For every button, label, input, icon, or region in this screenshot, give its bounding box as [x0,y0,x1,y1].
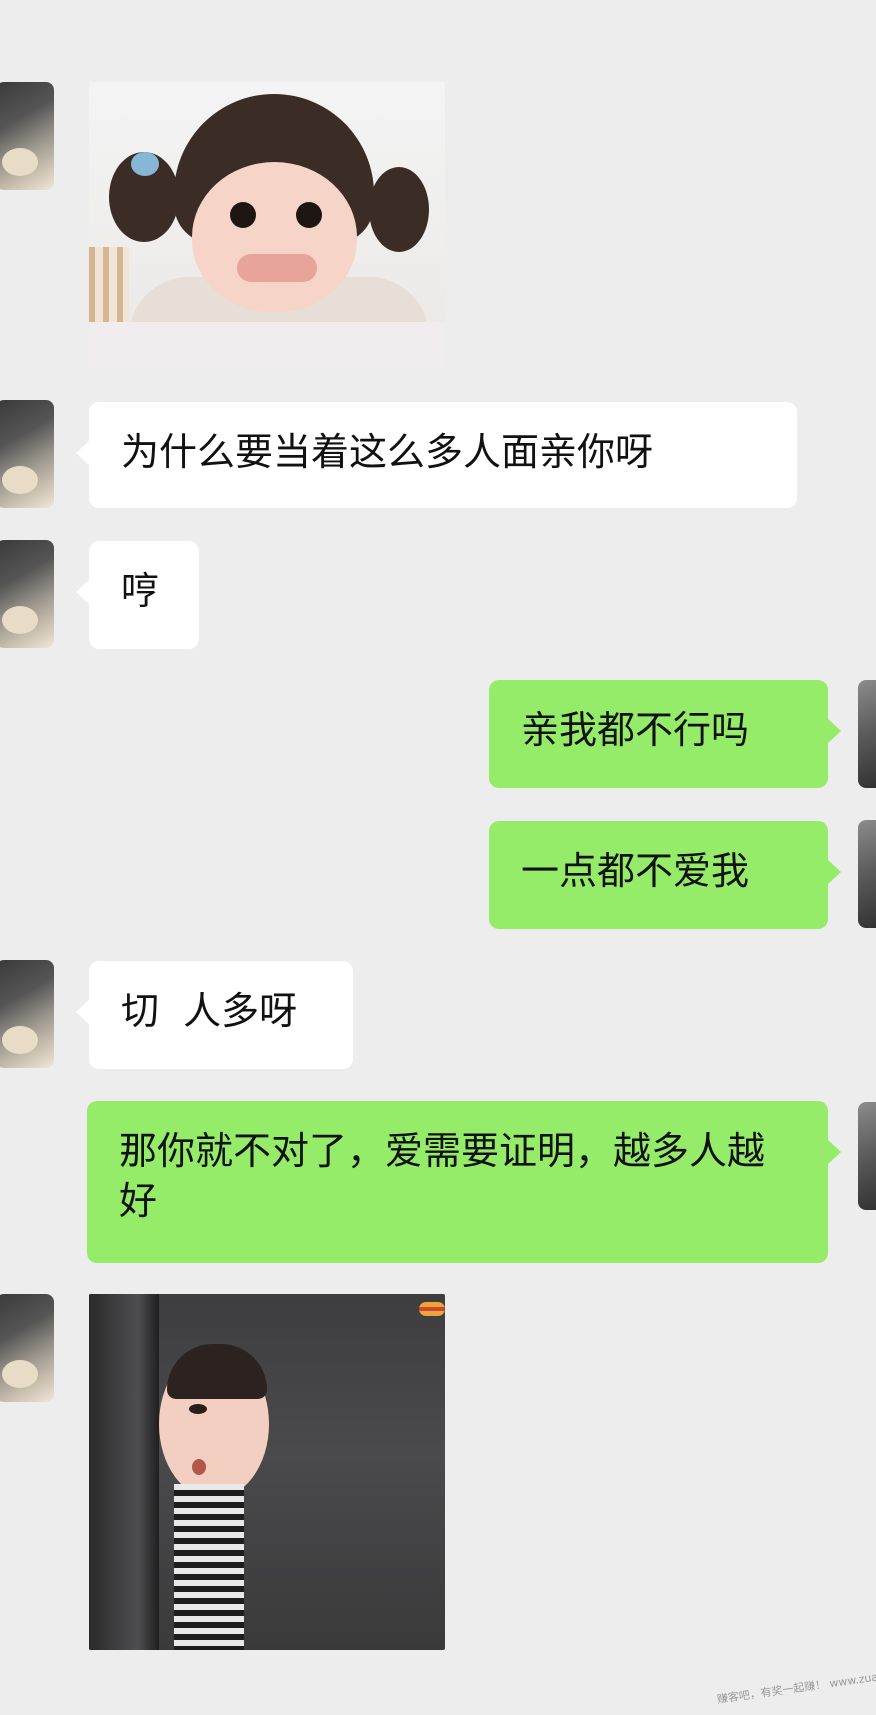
incoming-message-bubble[interactable]: 哼 [76,541,199,649]
contact-avatar[interactable] [0,400,54,508]
contact-avatar[interactable] [0,960,54,1068]
watermark: 赚客吧，有奖一起赚！ www.zuanke8.com [716,1663,876,1706]
girl-sticker-image[interactable] [89,82,445,368]
outgoing-message-bubble[interactable]: 那你就不对了，爱需要证明，越多人越好 [87,1101,841,1263]
hotdog-icon [419,1302,445,1316]
my-avatar[interactable] [858,680,876,788]
incoming-message-bubble[interactable]: 为什么要当着这么多人面亲你呀 [76,402,797,508]
chat-window[interactable]: 为什么要当着这么多人面亲你呀 哼 亲我都不行吗 一点都不爱我 切 人多呀 那你就… [0,0,876,1715]
my-avatar[interactable] [858,820,876,928]
outgoing-message-bubble[interactable]: 亲我都不行吗 [489,680,841,788]
contact-avatar[interactable] [0,540,54,648]
outgoing-message-bubble[interactable]: 一点都不爱我 [489,821,841,929]
contact-avatar[interactable] [0,82,54,190]
baby-sticker-image[interactable] [89,1294,445,1650]
incoming-message-bubble[interactable]: 切 人多呀 [76,961,353,1069]
my-avatar[interactable] [858,1102,876,1210]
contact-avatar[interactable] [0,1294,54,1402]
